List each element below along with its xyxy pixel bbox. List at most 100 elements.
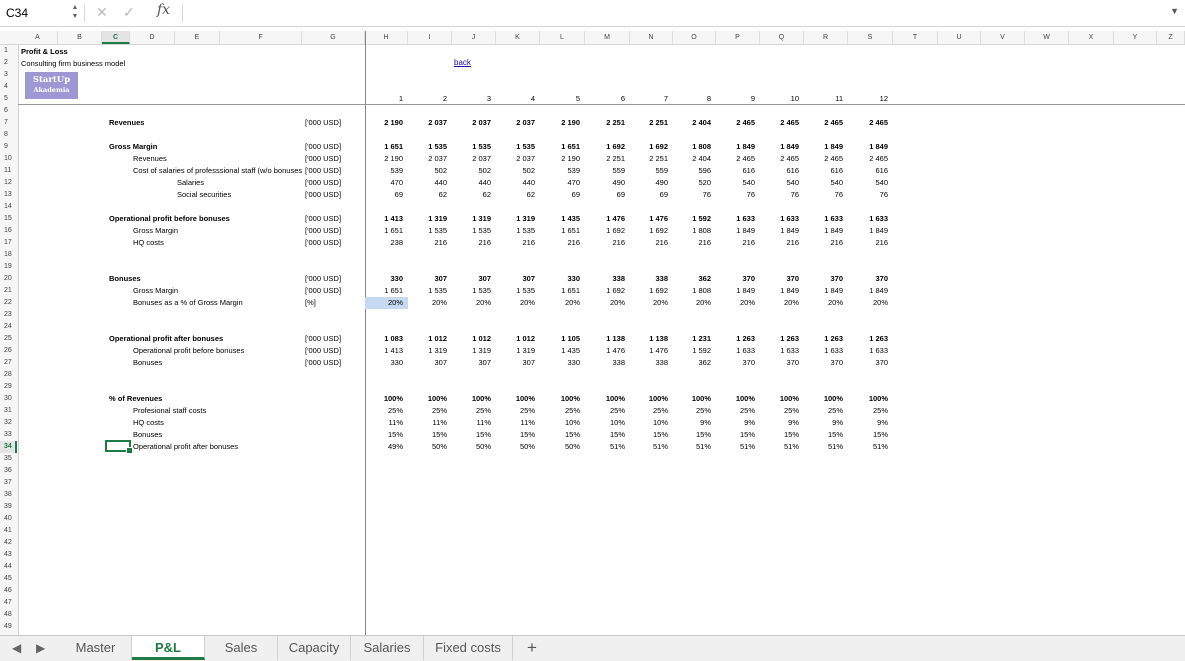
value-cell[interactable]: 69 [585, 189, 625, 201]
column-header-b[interactable]: B [58, 31, 102, 44]
value-cell[interactable]: 370 [759, 357, 799, 369]
row-header-19[interactable]: 19 [0, 261, 17, 273]
value-cell[interactable]: 25% [759, 405, 799, 417]
value-cell[interactable]: 15% [848, 429, 888, 441]
row-header-40[interactable]: 40 [0, 513, 17, 525]
value-cell[interactable]: 1 849 [759, 141, 799, 153]
row-header-23[interactable]: 23 [0, 309, 17, 321]
value-cell[interactable]: 216 [803, 237, 843, 249]
value-cell[interactable]: 490 [628, 177, 668, 189]
value-cell[interactable]: 307 [451, 273, 491, 285]
value-cell[interactable]: 2 037 [407, 117, 447, 129]
value-cell[interactable]: 15% [540, 429, 580, 441]
value-cell[interactable]: 51% [585, 441, 625, 453]
value-cell[interactable]: 76 [715, 189, 755, 201]
value-cell[interactable]: 470 [540, 177, 580, 189]
value-cell[interactable]: 540 [715, 177, 755, 189]
value-cell[interactable]: 216 [715, 237, 755, 249]
value-cell[interactable]: 1 083 [363, 333, 403, 345]
value-cell[interactable]: 1 319 [407, 213, 447, 225]
value-cell[interactable]: 1 319 [495, 345, 535, 357]
value-cell[interactable]: 1 849 [803, 285, 843, 297]
value-cell[interactable]: 51% [671, 441, 711, 453]
column-header-k[interactable]: K [496, 31, 540, 44]
value-cell[interactable]: 25% [407, 405, 447, 417]
value-cell[interactable]: 2 190 [540, 153, 580, 165]
value-cell[interactable]: 100% [585, 393, 625, 405]
value-cell[interactable]: 539 [363, 165, 403, 177]
row-header-48[interactable]: 48 [0, 609, 17, 621]
value-cell[interactable]: 51% [759, 441, 799, 453]
row-header-31[interactable]: 31 [0, 405, 17, 417]
value-cell[interactable]: 440 [495, 177, 535, 189]
value-cell[interactable]: 1 535 [495, 141, 535, 153]
value-cell[interactable]: 2 465 [803, 117, 843, 129]
row-header-34[interactable]: 34 [0, 441, 17, 453]
value-cell[interactable]: 1 263 [803, 333, 843, 345]
value-cell[interactable]: 559 [585, 165, 625, 177]
value-cell[interactable]: 338 [585, 357, 625, 369]
value-cell[interactable]: 100% [540, 393, 580, 405]
value-cell[interactable]: 2 251 [628, 153, 668, 165]
sheet-tab-salaries[interactable]: Salaries [351, 636, 424, 660]
value-cell[interactable]: 50% [495, 441, 535, 453]
column-header-j[interactable]: J [452, 31, 496, 44]
value-cell[interactable]: 1 651 [540, 141, 580, 153]
back-link[interactable]: back [454, 58, 471, 67]
value-cell[interactable]: 1 651 [363, 225, 403, 237]
column-header-g[interactable]: G [302, 31, 365, 44]
value-cell[interactable]: 2 037 [451, 117, 491, 129]
value-cell[interactable]: 25% [495, 405, 535, 417]
value-cell[interactable]: 2 190 [363, 153, 403, 165]
value-cell[interactable]: 2 251 [585, 153, 625, 165]
value-cell[interactable]: 616 [848, 165, 888, 177]
value-cell[interactable]: 362 [671, 357, 711, 369]
value-cell[interactable]: 100% [848, 393, 888, 405]
value-cell[interactable]: 1 231 [671, 333, 711, 345]
spin-arrows-icon[interactable]: ▲ ▼ [70, 3, 80, 23]
active-cell[interactable] [105, 440, 133, 454]
value-cell[interactable]: 100% [451, 393, 491, 405]
row-header-36[interactable]: 36 [0, 465, 17, 477]
column-header-s[interactable]: S [848, 31, 893, 44]
value-cell[interactable]: 1 849 [848, 225, 888, 237]
column-header-w[interactable]: W [1025, 31, 1069, 44]
value-cell[interactable]: 1 633 [759, 213, 799, 225]
value-cell[interactable]: 69 [363, 189, 403, 201]
value-cell[interactable]: 330 [540, 273, 580, 285]
value-cell[interactable]: 76 [759, 189, 799, 201]
value-cell[interactable]: 1 692 [585, 225, 625, 237]
row-header-28[interactable]: 28 [0, 369, 17, 381]
value-cell[interactable]: 51% [628, 441, 668, 453]
sheet-tab-master[interactable]: Master [60, 636, 132, 660]
value-cell[interactable]: 76 [803, 189, 843, 201]
value-cell[interactable]: 9% [759, 417, 799, 429]
value-cell[interactable]: 1 413 [363, 213, 403, 225]
value-cell[interactable]: 15% [585, 429, 625, 441]
value-cell[interactable]: 11% [451, 417, 491, 429]
value-cell[interactable]: 1 849 [759, 285, 799, 297]
value-cell[interactable]: 1 435 [540, 213, 580, 225]
value-cell[interactable]: 1 535 [407, 141, 447, 153]
value-cell[interactable]: 440 [407, 177, 447, 189]
value-cell[interactable]: 1 651 [540, 285, 580, 297]
value-cell[interactable]: 25% [363, 405, 403, 417]
value-cell[interactable]: 1 138 [628, 333, 668, 345]
value-cell[interactable]: 1 692 [585, 141, 625, 153]
row-header-12[interactable]: 12 [0, 177, 17, 189]
column-header-n[interactable]: N [630, 31, 673, 44]
row-header-21[interactable]: 21 [0, 285, 17, 297]
value-cell[interactable]: 1 138 [585, 333, 625, 345]
value-cell[interactable]: 370 [715, 357, 755, 369]
value-cell[interactable]: 330 [363, 273, 403, 285]
value-cell[interactable]: 2 404 [671, 153, 711, 165]
value-cell[interactable]: 15% [407, 429, 447, 441]
column-header-h[interactable]: H [365, 31, 408, 44]
value-cell[interactable]: 370 [803, 357, 843, 369]
value-cell[interactable]: 1 263 [715, 333, 755, 345]
function-icon[interactable]: fx [157, 2, 170, 18]
row-header-22[interactable]: 22 [0, 297, 17, 309]
value-cell[interactable]: 25% [628, 405, 668, 417]
row-header-26[interactable]: 26 [0, 345, 17, 357]
value-cell[interactable]: 216 [540, 237, 580, 249]
